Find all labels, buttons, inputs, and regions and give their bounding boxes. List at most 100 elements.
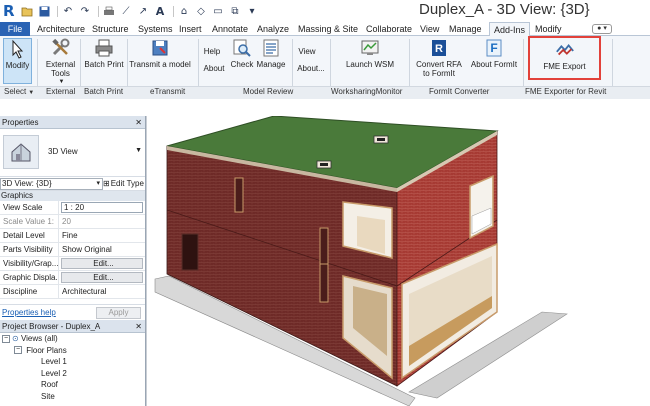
close-icon[interactable]: ✕ bbox=[135, 320, 142, 333]
apply-button[interactable]: Apply bbox=[96, 307, 141, 319]
properties-header: Properties ✕ bbox=[0, 116, 145, 129]
group-external-label: External bbox=[46, 87, 76, 96]
contextual-tab-toggle-icon[interactable]: ● ▾ bbox=[592, 24, 612, 34]
svg-text:F: F bbox=[490, 41, 497, 55]
type-name: 3D View bbox=[48, 147, 78, 156]
visibility-graphics-edit-button[interactable]: Edit... bbox=[61, 258, 143, 269]
measure-icon[interactable]: ⟋ bbox=[119, 5, 133, 18]
close-views-icon[interactable]: ⧉ bbox=[228, 5, 242, 18]
help-button[interactable]: Help bbox=[201, 47, 223, 56]
convert-rfa-label: Convert RFA to FormIt bbox=[416, 60, 462, 78]
group-formit-label: FormIt Converter bbox=[429, 87, 490, 96]
external-tools-button[interactable]: External Tools ▼ bbox=[43, 38, 78, 87]
properties-footer: Properties help Apply bbox=[0, 304, 145, 320]
table-row: Detail Level Fine bbox=[0, 229, 145, 243]
parts-visibility-value[interactable]: Show Original bbox=[59, 243, 145, 256]
modify-button[interactable]: Modify bbox=[3, 38, 32, 84]
save-icon[interactable] bbox=[37, 5, 51, 18]
tab-systems[interactable]: Systems bbox=[138, 22, 173, 36]
category-graphics[interactable]: Graphics bbox=[0, 191, 145, 201]
section-icon[interactable]: ◇ bbox=[194, 5, 208, 18]
properties-table: View Scale 1 : 20 Scale Value 1: 20 Deta… bbox=[0, 201, 145, 299]
view-scale-field[interactable]: 1 : 20 bbox=[61, 202, 143, 213]
tree-item-level-2[interactable]: Level 2 bbox=[0, 368, 145, 380]
chevron-down-icon: ▼ bbox=[28, 90, 35, 96]
batch-print-button[interactable]: Batch Print bbox=[83, 38, 125, 69]
tab-structure[interactable]: Structure bbox=[92, 22, 129, 36]
table-row: View Scale 1 : 20 bbox=[0, 201, 145, 215]
undo-icon[interactable]: ↶ bbox=[61, 5, 75, 18]
tab-view[interactable]: View bbox=[420, 22, 439, 36]
revit-logo[interactable]: R bbox=[3, 3, 17, 19]
property-value: 20 bbox=[62, 217, 71, 226]
edit-type-button[interactable]: Edit Type bbox=[111, 179, 144, 188]
group-select[interactable]: Select ▼ bbox=[4, 87, 34, 96]
tab-add-ins[interactable]: Add-Ins bbox=[489, 22, 531, 37]
help-label: Help bbox=[203, 47, 221, 56]
property-name: Visibility/Grap... bbox=[0, 257, 59, 270]
transmit-model-button[interactable]: Transmit a model bbox=[129, 38, 191, 69]
print-icon[interactable] bbox=[102, 5, 116, 18]
detail-level-value[interactable]: Fine bbox=[59, 229, 145, 242]
tab-annotate[interactable]: Annotate bbox=[212, 22, 248, 36]
manage-list-icon bbox=[261, 38, 281, 58]
tab-collaborate[interactable]: Collaborate bbox=[366, 22, 412, 36]
tab-file[interactable]: File bbox=[0, 22, 30, 36]
modify-label: Modify bbox=[5, 61, 30, 70]
align-icon[interactable]: ↗ bbox=[136, 5, 150, 18]
qat-separator bbox=[57, 5, 58, 17]
collapse-icon[interactable]: − bbox=[14, 346, 22, 355]
wrench-hammer-icon bbox=[51, 38, 71, 58]
text-icon[interactable]: A bbox=[153, 5, 167, 18]
convert-rfa-button[interactable]: R Convert RFA to FormIt bbox=[412, 38, 466, 78]
graphic-display-edit-button[interactable]: Edit... bbox=[61, 272, 143, 283]
close-icon[interactable]: ✕ bbox=[135, 116, 142, 129]
switch-windows-icon[interactable]: ▾ bbox=[245, 5, 259, 18]
tab-insert[interactable]: Insert bbox=[179, 22, 202, 36]
skylight bbox=[320, 163, 328, 166]
edit-type-icon: ⊞ bbox=[103, 179, 110, 188]
manage-button[interactable]: Manage bbox=[255, 38, 287, 69]
tab-manage[interactable]: Manage bbox=[449, 22, 482, 36]
view-3d-icon[interactable]: ⌂ bbox=[177, 5, 191, 18]
properties-help-link[interactable]: Properties help bbox=[2, 308, 56, 317]
group-etransmit-label: eTransmit bbox=[150, 87, 186, 96]
thin-lines-icon[interactable]: ▭ bbox=[211, 5, 225, 18]
building-model bbox=[154, 115, 568, 406]
open-icon[interactable] bbox=[20, 5, 34, 18]
tree-item-roof[interactable]: Roof bbox=[0, 379, 145, 391]
door bbox=[181, 233, 199, 271]
tree-item-floor-plans[interactable]: − Floor Plans bbox=[0, 345, 145, 357]
formit-convert-icon: R bbox=[429, 38, 449, 58]
chevron-down-icon: ▾ bbox=[96, 179, 100, 187]
redo-icon[interactable]: ↷ bbox=[78, 5, 92, 18]
view-button[interactable]: View bbox=[294, 47, 320, 56]
property-name: Scale Value 1: bbox=[0, 215, 59, 228]
view-label: View bbox=[298, 47, 316, 56]
type-selector[interactable]: 3D View ▼ bbox=[0, 129, 145, 177]
check-button[interactable]: Check bbox=[229, 38, 255, 69]
tab-analyze[interactable]: Analyze bbox=[257, 22, 289, 36]
fme-export-button[interactable]: FME Export bbox=[528, 36, 601, 80]
about-review-button[interactable]: About... bbox=[294, 64, 328, 73]
discipline-value[interactable]: Architectural bbox=[59, 285, 145, 298]
launch-wsm-button[interactable]: Launch WSM bbox=[340, 38, 400, 69]
tab-massing-site[interactable]: Massing & Site bbox=[298, 22, 358, 36]
about-formit-button[interactable]: F About FormIt bbox=[467, 38, 521, 69]
collapse-icon[interactable]: − bbox=[2, 334, 10, 343]
tree-item-label: Views (all) bbox=[20, 334, 58, 343]
launch-wsm-label: Launch WSM bbox=[345, 60, 395, 69]
chevron-down-icon: ▼ bbox=[135, 147, 142, 154]
3d-view-canvas[interactable] bbox=[147, 115, 650, 406]
tree-item-site[interactable]: Site bbox=[0, 391, 145, 403]
tab-architecture[interactable]: Architecture bbox=[37, 22, 85, 36]
instance-selector[interactable]: 3D View: {3D} ▾ bbox=[0, 177, 103, 190]
cursor-icon bbox=[8, 39, 28, 59]
tree-item-level-1[interactable]: Level 1 bbox=[0, 356, 145, 368]
about-button[interactable]: About bbox=[201, 64, 227, 73]
tree-item-views[interactable]: − ⊙ Views (all) bbox=[0, 333, 145, 345]
tab-modify[interactable]: Modify bbox=[535, 22, 562, 36]
check-magnifier-icon bbox=[232, 38, 252, 58]
worksharing-monitor-icon bbox=[360, 38, 380, 58]
properties-palette: Properties ✕ 3D View ▼ 3D View: {3D} ▾ ⊞… bbox=[0, 116, 146, 320]
